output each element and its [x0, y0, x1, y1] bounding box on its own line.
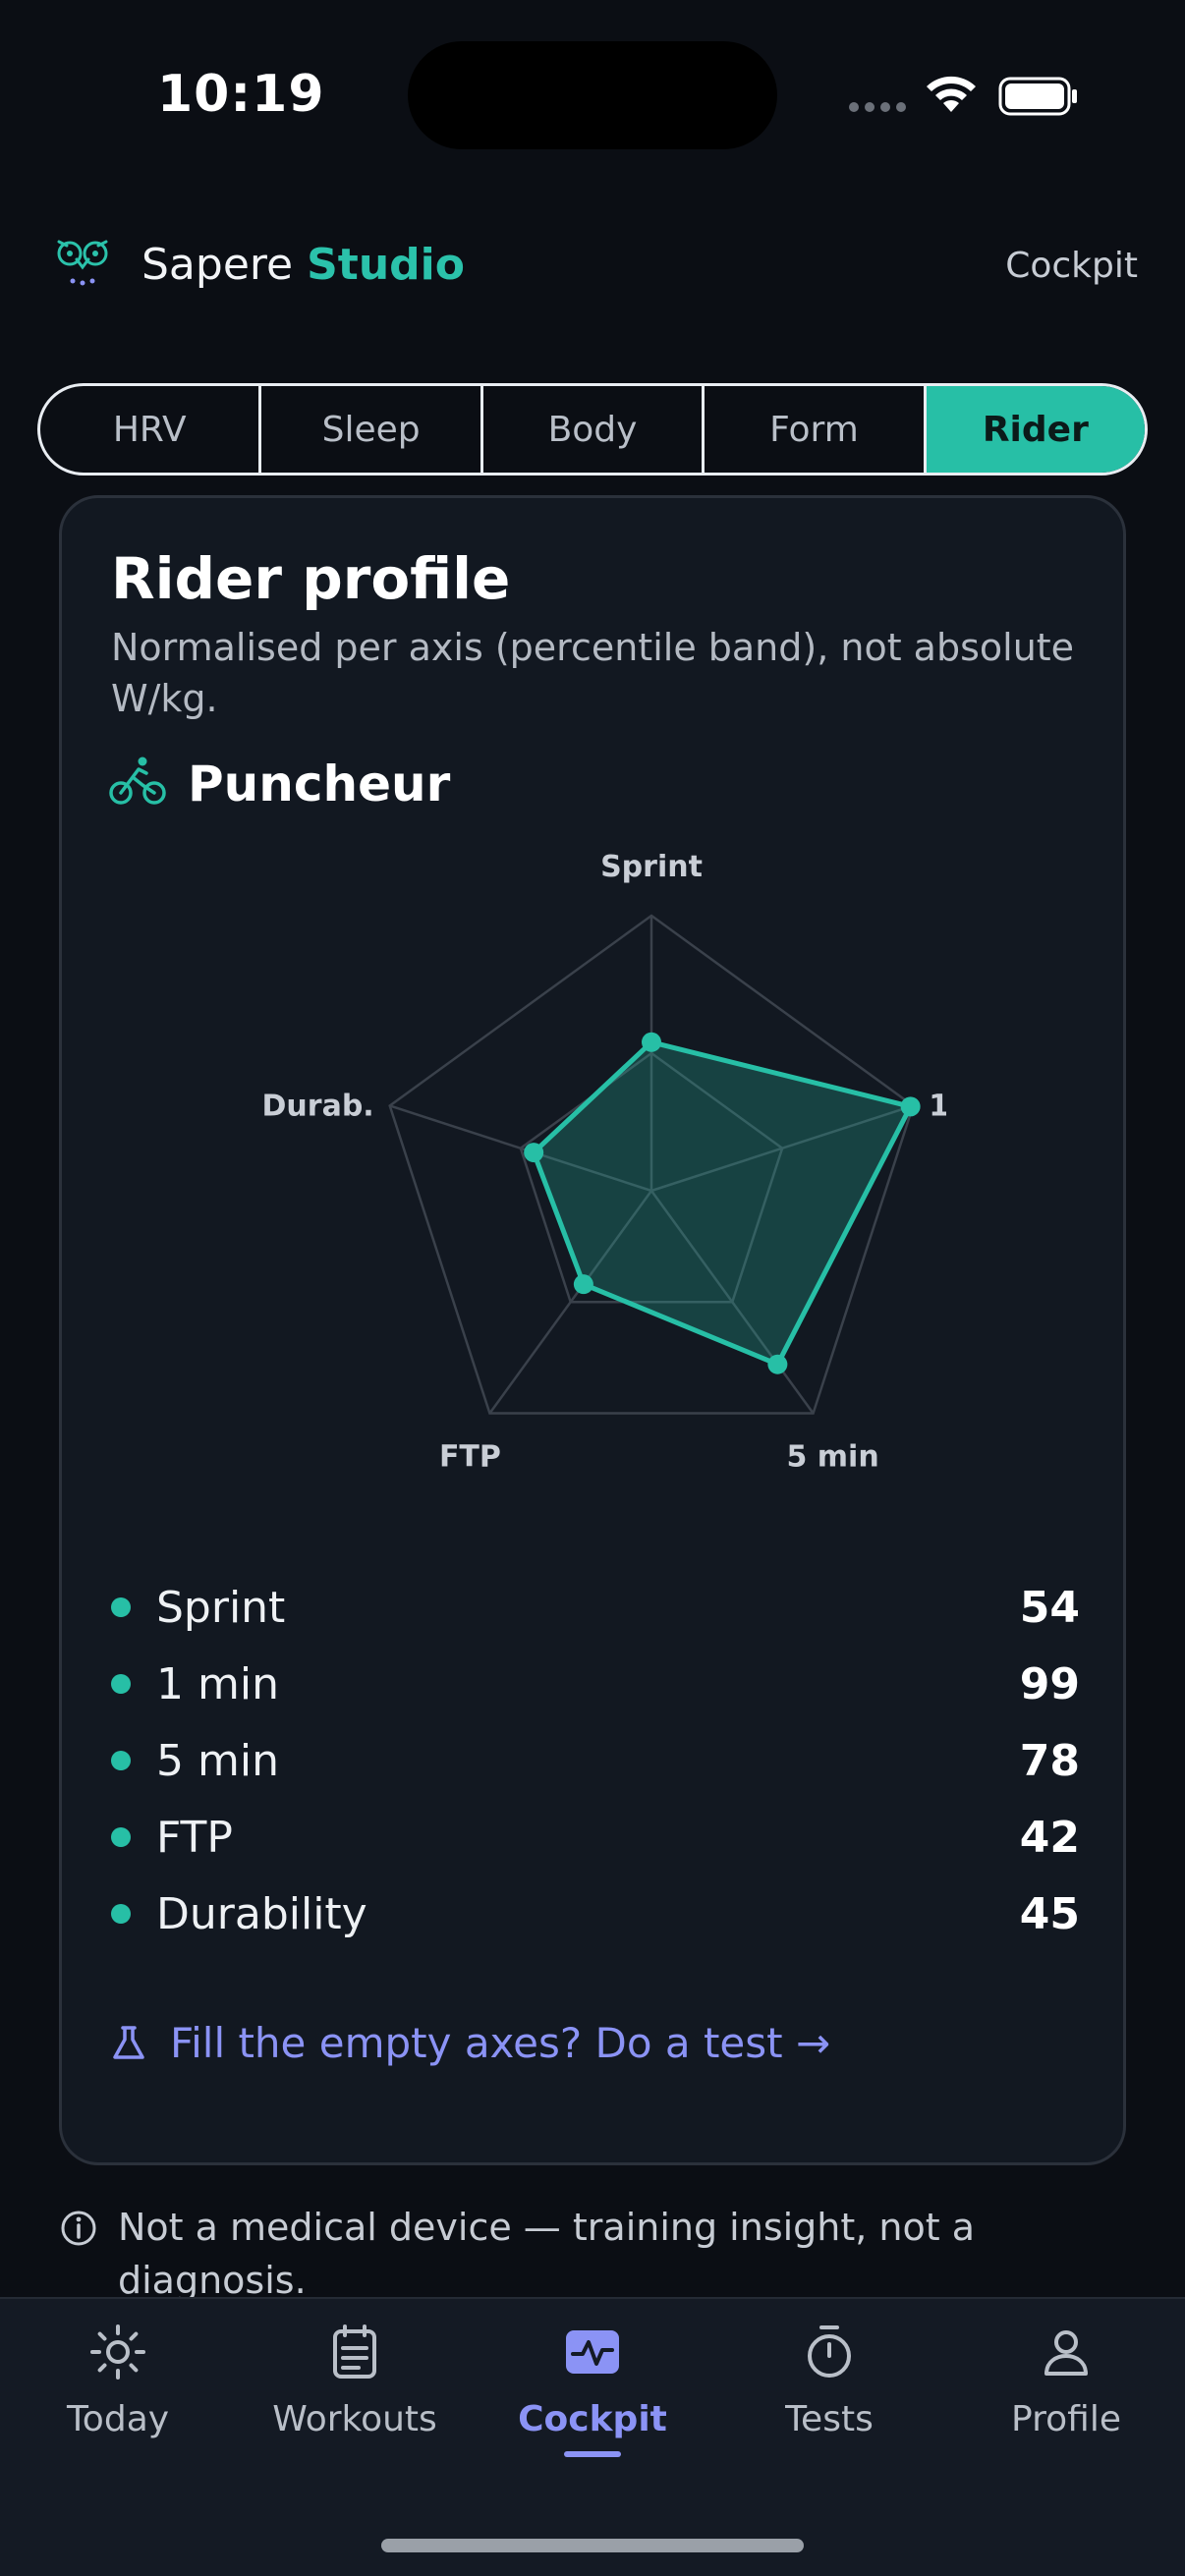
radar-axis-label: FTP — [439, 1440, 501, 1475]
metric-value: 78 — [1019, 1735, 1080, 1786]
metric-value: 45 — [1019, 1888, 1080, 1939]
clipboard-icon — [333, 2324, 376, 2379]
radar-data-point — [767, 1354, 788, 1374]
nav-today-label: Today — [66, 2399, 170, 2439]
metric-row: Durability 45 — [111, 1876, 1080, 1952]
nav-cockpit-label: Cockpit — [518, 2399, 667, 2439]
nav-cockpit[interactable]: Cockpit — [475, 2323, 710, 2457]
radar-series-area — [531, 1039, 914, 1368]
battery-icon — [998, 77, 1077, 116]
metric-label: Durability — [156, 1888, 367, 1939]
metrics-list: Sprint 54 1 min 99 5 min 78 FTP 42 Durab… — [111, 1569, 1080, 1952]
nav-today[interactable]: Today — [0, 2323, 236, 2439]
app-name: Sapere Studio — [141, 240, 465, 290]
owl-logo-icon — [57, 240, 108, 286]
metric-dot — [111, 1751, 131, 1770]
metric-label: Sprint — [156, 1582, 286, 1633]
metric-row: 5 min 78 — [111, 1722, 1080, 1799]
tab-hrv[interactable]: HRV — [40, 386, 262, 473]
rider-radar-chart: Sprint 1 min 5 min FTP Durab. — [262, 850, 946, 1475]
metric-row: Sprint 54 — [111, 1569, 1080, 1646]
metric-label: 5 min — [156, 1735, 279, 1786]
dynamic-island — [408, 41, 777, 149]
tab-sleep[interactable]: Sleep — [261, 386, 483, 473]
metric-dot — [111, 1597, 131, 1617]
sun-icon — [90, 2324, 145, 2380]
radar-data-point — [900, 1096, 921, 1117]
nav-tests[interactable]: Tests — [711, 2323, 947, 2439]
nav-active-indicator — [564, 2451, 621, 2457]
header-section-title: Cockpit — [1005, 246, 1138, 286]
nav-workouts[interactable]: Workouts — [237, 2323, 473, 2439]
radar-axis-label: 1 min — [929, 1089, 946, 1123]
home-indicator — [381, 2539, 804, 2552]
medical-disclaimer: Not a medical device — training insight,… — [59, 2201, 1091, 2307]
card-subtitle: Normalised per axis (percentile band), n… — [111, 626, 1075, 720]
metric-value: 99 — [1019, 1658, 1080, 1709]
segmented-tabs: HRV Sleep Body Form Rider — [37, 383, 1148, 476]
screen: 10:19 Sapere Studio Cockpit HRV Sleep Bo… — [0, 0, 1185, 2576]
flask-icon — [113, 2025, 144, 2059]
pulse-icon — [566, 2330, 619, 2374]
metric-value: 42 — [1019, 1812, 1080, 1863]
metric-row: FTP 42 — [111, 1799, 1080, 1876]
card-title: Rider profile — [111, 545, 511, 612]
cellular-signal-icon — [849, 102, 906, 112]
info-icon — [61, 2211, 96, 2246]
disclaimer-text: Not a medical device — training insight,… — [118, 2206, 976, 2302]
metric-row: 1 min 99 — [111, 1646, 1080, 1722]
nav-profile-label: Profile — [1011, 2399, 1121, 2439]
brand-accent: Studio — [307, 240, 465, 290]
nav-tests-label: Tests — [785, 2399, 874, 2439]
metric-dot — [111, 1827, 131, 1847]
wifi-icon — [927, 76, 976, 112]
metric-value: 54 — [1019, 1582, 1080, 1633]
tab-body[interactable]: Body — [483, 386, 705, 473]
nav-profile[interactable]: Profile — [948, 2323, 1184, 2439]
radar-data-point — [524, 1143, 544, 1163]
bicycle-icon — [109, 756, 166, 805]
tab-rider[interactable]: Rider — [926, 386, 1145, 473]
radar-data-point — [573, 1274, 593, 1295]
radar-axis-label: Sprint — [600, 850, 703, 884]
brand-name: Sapere — [141, 240, 294, 290]
radar-data-point — [642, 1032, 661, 1052]
rider-profile-card: Rider profile Normalised per axis (perce… — [59, 495, 1126, 2165]
metric-dot — [111, 1904, 131, 1924]
person-icon — [1044, 2330, 1088, 2376]
do-a-test-link[interactable]: Fill the empty axes? Do a test → — [109, 2019, 830, 2067]
metric-label: FTP — [156, 1812, 233, 1863]
radar-axis-label: Durab. — [262, 1089, 374, 1123]
bottom-navigation: Today Workouts Cockpit Tests Profile — [0, 2297, 1185, 2576]
status-time: 10:19 — [157, 65, 325, 124]
stopwatch-icon — [808, 2325, 851, 2378]
tab-form[interactable]: Form — [705, 386, 927, 473]
do-a-test-label: Fill the empty axes? Do a test → — [170, 2019, 831, 2067]
profile-type: Puncheur — [188, 756, 451, 812]
nav-workouts-label: Workouts — [272, 2399, 437, 2439]
metric-dot — [111, 1674, 131, 1694]
radar-axis-label: 5 min — [786, 1440, 878, 1475]
metric-label: 1 min — [156, 1658, 279, 1709]
